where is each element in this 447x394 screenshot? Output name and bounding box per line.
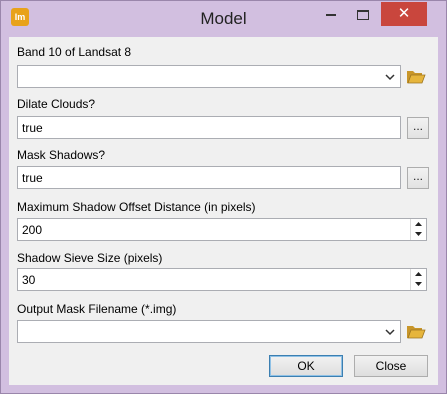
output-mask-label: Output Mask Filename (*.img): [17, 302, 177, 316]
close-icon: ✕: [397, 5, 411, 22]
minimize-button[interactable]: [317, 2, 345, 26]
chevron-down-icon: [385, 74, 395, 81]
mask-shadows-value: true: [22, 171, 43, 185]
dilate-clouds-field[interactable]: true: [17, 116, 401, 139]
close-button[interactable]: Close: [354, 355, 428, 377]
dilate-clouds-label: Dilate Clouds?: [17, 97, 96, 111]
maximize-icon: [357, 10, 369, 21]
chevron-down-icon: [385, 329, 395, 336]
band10-combo[interactable]: [17, 65, 401, 88]
max-shadow-offset-value: 200: [22, 223, 43, 237]
shadow-sieve-label: Shadow Sieve Size (pixels): [17, 251, 163, 265]
open-folder-icon[interactable]: [406, 68, 426, 86]
dilate-clouds-value: true: [22, 121, 43, 135]
spin-down-icon[interactable]: [411, 229, 426, 239]
max-shadow-offset-stepper[interactable]: 200: [17, 218, 427, 241]
shadow-sieve-value: 30: [22, 273, 36, 287]
mask-shadows-browse-button[interactable]: ...: [407, 167, 429, 189]
minimize-icon: [326, 14, 336, 17]
dialog-body: Band 10 of Landsat 8 Dilate Clouds? true…: [9, 37, 438, 385]
max-shadow-offset-label: Maximum Shadow Offset Distance (in pixel…: [17, 200, 256, 214]
band10-label: Band 10 of Landsat 8: [17, 45, 132, 59]
ok-button[interactable]: OK: [269, 355, 343, 377]
open-folder-icon[interactable]: [406, 323, 426, 341]
dilate-clouds-browse-button[interactable]: ...: [407, 117, 429, 139]
mask-shadows-field[interactable]: true: [17, 166, 401, 189]
window-title: Model: [200, 9, 247, 28]
spin-down-icon[interactable]: [411, 279, 426, 289]
max-shadow-offset-spinner: [410, 219, 426, 240]
title-bar[interactable]: lm Model ✕: [1, 1, 446, 37]
close-window-button[interactable]: ✕: [381, 2, 427, 26]
shadow-sieve-stepper[interactable]: 30: [17, 268, 427, 291]
spin-up-icon[interactable]: [411, 269, 426, 279]
shadow-sieve-spinner: [410, 269, 426, 290]
mask-shadows-label: Mask Shadows?: [17, 148, 106, 162]
output-mask-combo[interactable]: [17, 320, 401, 343]
dialog-window: lm Model ✕ Band 10 of Landsat 8 Dilate C…: [0, 0, 447, 394]
maximize-button[interactable]: [349, 2, 377, 26]
spin-up-icon[interactable]: [411, 219, 426, 229]
